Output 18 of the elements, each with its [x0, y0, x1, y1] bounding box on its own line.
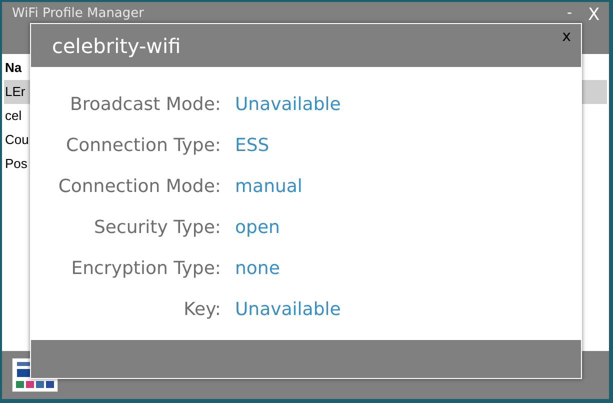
- field-value: manual: [235, 175, 302, 199]
- column-header: Na: [4, 59, 23, 77]
- dialog-title: celebrity-wifi: [52, 32, 181, 60]
- field-value: Unavailable: [235, 298, 341, 322]
- field-label: Security Type:: [92, 216, 221, 240]
- field-label: Connection Mode:: [57, 175, 221, 199]
- close-button[interactable]: X: [588, 4, 600, 26]
- field-value: open: [235, 216, 280, 240]
- field-label: Broadcast Mode:: [68, 93, 221, 117]
- field-label: Encryption Type:: [70, 257, 221, 281]
- field-label: Key:: [182, 298, 221, 322]
- field-label: Connection Type:: [65, 134, 221, 158]
- field-value: none: [235, 257, 280, 281]
- minimize-button[interactable]: -: [567, 4, 572, 22]
- window-title: WiFi Profile Manager: [12, 6, 144, 22]
- field-value: ESS: [235, 134, 270, 158]
- field-value: Unavailable: [235, 93, 341, 117]
- close-button[interactable]: x: [562, 26, 571, 46]
